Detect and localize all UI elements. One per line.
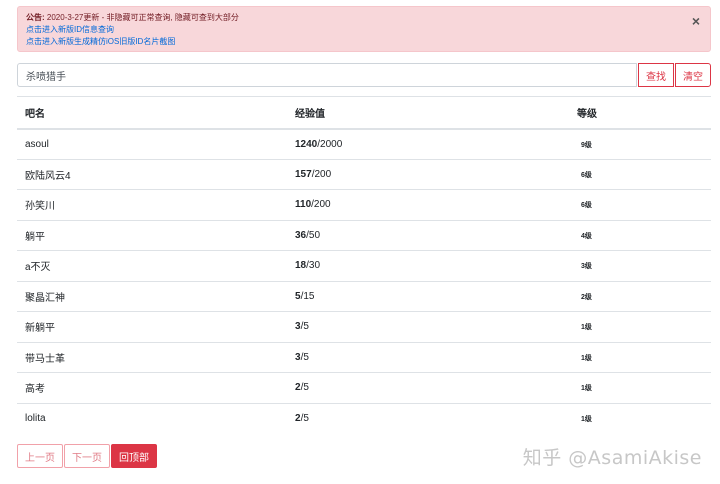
ios-card-screenshot-link[interactable]: 点击进入新版生成精仿iOS旧版ID名片截图	[26, 36, 702, 48]
table-row: lolita 2/5 1级	[17, 402, 711, 434]
experience-max: /30	[306, 260, 321, 272]
table-row: 带马士革 3/5 1级	[17, 341, 711, 373]
table-row: 躺平 36/50 4级	[17, 219, 711, 251]
forum-name: 新躺平	[17, 311, 287, 342]
table-row: 新躺平 3/5 1级	[17, 311, 711, 342]
header-level: 等级	[569, 96, 711, 130]
forum-name: a不灭	[17, 250, 287, 281]
experience-max: /5	[300, 382, 309, 394]
level-cell: 1级	[569, 402, 711, 434]
header-forum-name: 吧名	[17, 96, 287, 130]
notice-line: 公告: 2020-3-27更新 - 非隐藏可正常查询, 隐藏可查到大部分	[26, 12, 702, 24]
level-cell: 3级	[569, 250, 711, 281]
forum-level-table: 吧名 经验值 等级 asoul 1240/2000 9级 欧陆风云4 157/2…	[17, 96, 711, 434]
forum-name: 孙笑川	[17, 189, 287, 220]
header-experience: 经验值	[287, 96, 569, 130]
experience: 3/5	[287, 311, 569, 342]
experience: 1240/2000	[287, 128, 569, 159]
search-row: 查找 清空	[17, 63, 711, 87]
table-row: asoul 1240/2000 9级	[17, 128, 711, 159]
table-row: 孙笑川 110/200 6级	[17, 189, 711, 220]
table-row: 高考 2/5 1级	[17, 372, 711, 403]
experience: 157/200	[287, 158, 569, 190]
level-badge: 1级	[581, 354, 592, 362]
experience-max: /5	[300, 413, 309, 424]
clear-button[interactable]: 清空	[675, 63, 711, 87]
experience: 2/5	[287, 402, 569, 434]
experience-max: /15	[300, 290, 315, 302]
experience-current: 36	[295, 229, 307, 241]
notice-alert: 公告: 2020-3-27更新 - 非隐藏可正常查询, 隐藏可查到大部分 点击进…	[17, 6, 711, 52]
search-input[interactable]	[17, 63, 637, 87]
level-badge: 9级	[581, 141, 592, 149]
experience-current: 110	[295, 199, 312, 211]
level-badge: 1级	[581, 324, 592, 332]
next-page-button[interactable]: 下一页	[64, 444, 110, 468]
experience: 3/5	[287, 341, 569, 373]
experience-max: /200	[311, 199, 331, 211]
experience: 18/30	[287, 250, 569, 281]
experience: 110/200	[287, 189, 569, 220]
level-cell: 4级	[569, 219, 711, 251]
forum-name: 高考	[17, 372, 287, 403]
prev-page-button[interactable]: 上一页	[17, 444, 63, 468]
level-cell: 6级	[569, 189, 711, 220]
experience-max: /50	[306, 229, 321, 241]
table-row: 欧陆风云4 157/200 6级	[17, 158, 711, 190]
level-cell: 6级	[569, 158, 711, 190]
table-header-row: 吧名 经验值 等级	[17, 96, 711, 130]
experience-current: 18	[295, 260, 307, 272]
experience-max: /2000	[317, 138, 343, 150]
level-cell: 2级	[569, 280, 711, 312]
notice-label: 公告:	[26, 13, 45, 22]
experience-current: 157	[295, 168, 312, 180]
forum-name: 带马士革	[17, 341, 287, 373]
level-cell: 1级	[569, 341, 711, 373]
zhihu-watermark: 知乎 @AsamiAkise	[522, 447, 702, 469]
level-badge: 4级	[581, 232, 592, 240]
experience-max: /200	[311, 168, 332, 180]
experience: 2/5	[287, 372, 569, 403]
close-icon[interactable]: ×	[692, 14, 700, 28]
table-row: a不灭 18/30 3级	[17, 250, 711, 281]
experience-max: /5	[300, 351, 309, 363]
new-id-query-link[interactable]: 点击进入新版ID信息查询	[26, 24, 702, 36]
experience-current: 1240	[295, 138, 318, 150]
forum-name: 聚晶汇神	[17, 280, 287, 312]
level-badge: 6级	[581, 171, 592, 179]
forum-name: lolita	[17, 402, 287, 434]
forum-name: asoul	[17, 128, 287, 159]
level-badge: 1级	[581, 385, 592, 393]
level-badge: 3级	[581, 263, 592, 271]
level-badge: 6级	[581, 202, 592, 210]
experience-max: /5	[300, 321, 309, 333]
experience: 36/50	[287, 219, 569, 251]
table-row: 聚晶汇神 5/15 2级	[17, 280, 711, 312]
search-button[interactable]: 查找	[638, 63, 674, 87]
forum-name: 躺平	[17, 219, 287, 251]
level-cell: 1级	[569, 372, 711, 403]
forum-name: 欧陆风云4	[17, 158, 287, 190]
level-badge: 2级	[581, 293, 592, 301]
notice-text: 2020-3-27更新 - 非隐藏可正常查询, 隐藏可查到大部分	[46, 13, 239, 22]
level-cell: 9级	[569, 128, 711, 159]
experience: 5/15	[287, 280, 569, 312]
level-badge: 1级	[581, 416, 592, 423]
back-to-top-button[interactable]: 回顶部	[111, 444, 157, 468]
level-cell: 1级	[569, 311, 711, 342]
